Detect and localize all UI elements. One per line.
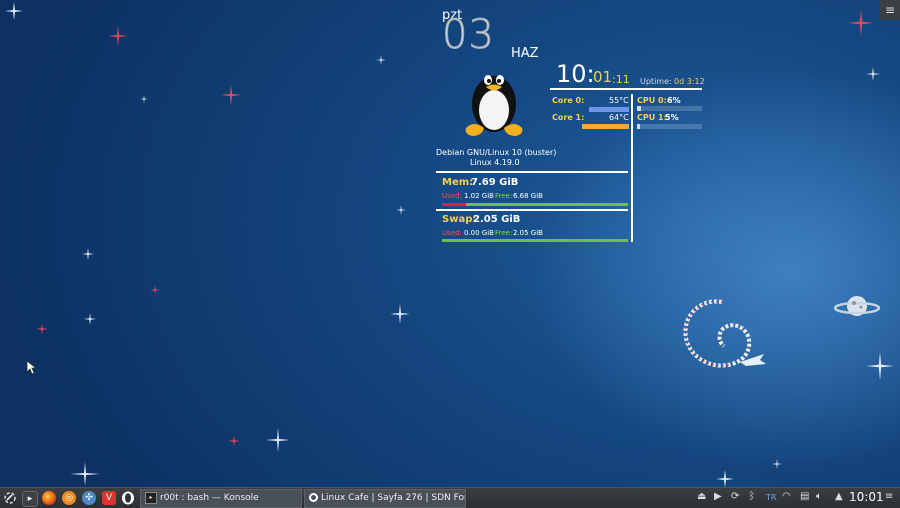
bluetooth-icon[interactable]: ᛒ [749, 491, 755, 502]
star-decoration [848, 10, 874, 40]
conky-system-monitor: pzt 03 HAZ Debian GNU/Linux 10 (buster) … [434, 0, 705, 250]
star-decoration [390, 304, 410, 328]
core1-temp: 64°C [609, 113, 629, 122]
core1-label: Core 1: [552, 113, 585, 122]
core0-temp: 55°C [609, 96, 629, 105]
cpu0-usage-fill [637, 106, 641, 111]
tux-penguin-logo [460, 62, 528, 142]
clock-second: :11 [612, 73, 630, 86]
kernel-version: Linux 4.19.0 [470, 158, 520, 167]
separator-line [436, 171, 628, 173]
cpu0-value: 6% [667, 96, 681, 105]
mem-label: Mem: [442, 177, 474, 188]
swap-free: 2.05 GiB [513, 229, 543, 237]
swap-used-label: Used: [442, 229, 462, 237]
star-decoration [82, 245, 94, 264]
panel-menu-icon[interactable]: ≡ [885, 491, 893, 502]
task-label: Linux Cafe | Sayfa 276 | SDN For... [321, 493, 466, 503]
taskbar-task-konsole[interactable]: ▸ r00t : bash — Konsole [140, 489, 302, 508]
mem-used: 1.02 GiB [464, 192, 494, 200]
core1-temp-bar [582, 124, 629, 129]
mem-free: 6.68 GiB [513, 192, 543, 200]
tray-expand-arrow-icon[interactable]: ▲ [835, 491, 843, 502]
usb-device-icon[interactable]: ⏏ [697, 491, 706, 502]
star-decoration [140, 88, 148, 107]
opera-icon [309, 493, 318, 502]
separator-line [550, 88, 702, 90]
vivaldi-browser-icon[interactable]: V [102, 491, 116, 505]
star-decoration [376, 50, 386, 69]
star-decoration [150, 280, 160, 299]
clock-minute: 01 [593, 68, 613, 86]
star-decoration [396, 200, 406, 219]
cpu1-value: 5% [665, 113, 679, 122]
wifi-icon[interactable]: ◠ [782, 491, 791, 502]
media-player-icon[interactable]: ▶ [714, 491, 722, 502]
mem-used-label: Used: [442, 192, 462, 200]
mem-used-bar [442, 203, 466, 206]
separator-line [631, 94, 633, 242]
planet-icon [833, 292, 881, 326]
terminal-launcher-icon[interactable]: ▸ [22, 491, 38, 507]
mouse-cursor-icon [26, 360, 38, 379]
task-label: r00t : bash — Konsole [160, 493, 259, 503]
core0-label: Core 0: [552, 96, 585, 105]
taskbar-task-browser[interactable]: Linux Cafe | Sayfa 276 | SDN For... [304, 489, 466, 508]
star-decoration [220, 84, 242, 110]
volume-icon[interactable]: 🔈︎ [816, 491, 822, 502]
mem-total: 7.69 GiB [471, 177, 519, 188]
uptime-label: Uptime: [640, 77, 672, 86]
keyboard-layout-indicator[interactable]: TR [766, 493, 776, 502]
clipboard-icon[interactable]: ▤ [800, 491, 809, 502]
star-decoration [108, 26, 128, 50]
mem-free-label: Free: [495, 192, 513, 200]
firefox-icon[interactable] [42, 491, 56, 505]
star-decoration [84, 310, 96, 329]
date-day: 03 [442, 12, 495, 59]
swap-free-label: Free: [495, 229, 513, 237]
update-notifier-icon[interactable]: ⟳ [731, 491, 739, 502]
uptime-value: 0d 3:12 [674, 77, 705, 86]
star-decoration [228, 432, 240, 451]
date-month: HAZ [511, 46, 539, 61]
core0-temp-bar [589, 107, 629, 112]
opera-browser-icon[interactable] [121, 491, 135, 505]
star-decoration [70, 462, 100, 490]
mem-free-bar [442, 203, 628, 206]
taskbar: ▸ ◎ ✣ V ▸ r00t : bash — Konsole Linux Caf… [0, 487, 900, 508]
cpu0-usage-gauge [637, 106, 702, 111]
os-name: Debian GNU/Linux 10 (buster) [436, 148, 557, 157]
kde-application-launcher-icon[interactable] [3, 491, 17, 505]
cpu1-usage-gauge [637, 124, 702, 129]
star-decoration [266, 428, 290, 456]
swap-used: 0.00 GiB [464, 229, 494, 237]
swap-total: 2.05 GiB [473, 214, 521, 225]
cpu1-label: CPU 1: [637, 113, 667, 122]
separator-line [436, 209, 628, 211]
star-decoration [36, 320, 48, 339]
star-decoration [866, 352, 894, 384]
network-globe-icon[interactable]: ✣ [82, 491, 96, 505]
terminal-icon: ▸ [145, 491, 157, 504]
cpu1-usage-fill [637, 124, 640, 129]
star-decoration [5, 2, 23, 24]
clock-hour: 10: [556, 60, 595, 88]
swap-label: Swap: [442, 214, 477, 225]
debian-swirl-logo [676, 294, 772, 382]
swap-free-bar [442, 239, 628, 242]
star-decoration [866, 66, 880, 85]
ubuntu-software-icon[interactable]: ◎ [62, 491, 76, 505]
taskbar-clock[interactable]: 10:01 [849, 490, 884, 504]
cpu0-label: CPU 0: [637, 96, 667, 105]
desktop-menu-button[interactable]: ≡ [880, 0, 900, 20]
star-decoration [772, 454, 782, 473]
